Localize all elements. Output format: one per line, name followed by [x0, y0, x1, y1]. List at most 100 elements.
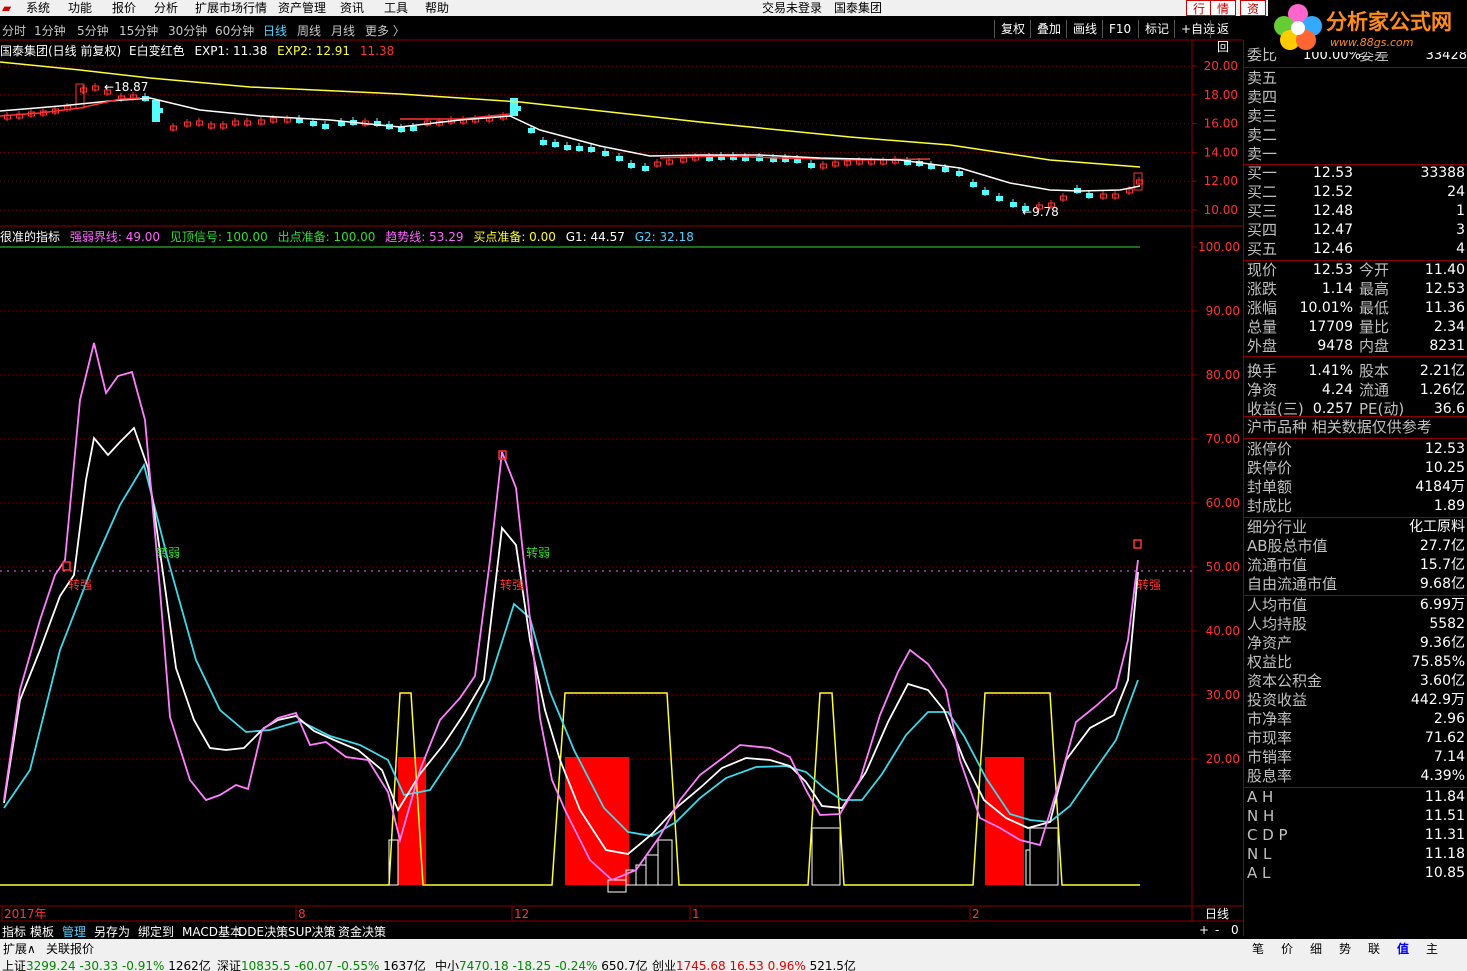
- index-ticker[interactable]: 深证10835.5 -60.07 -0.55% 1637亿: [217, 957, 426, 971]
- indicator-grid: [0, 310, 1192, 760]
- quote-value: 12.53: [1424, 281, 1465, 297]
- buy-label: 买三: [1247, 202, 1278, 220]
- index-ticker[interactable]: 上证3299.24 -30.33 -0.91% 1262亿: [2, 957, 211, 971]
- quote-label: 总量: [1247, 318, 1278, 336]
- indicator-tab[interactable]: 模板: [30, 923, 54, 940]
- price-tick-label: 16.00: [1204, 117, 1238, 131]
- indicator-tab[interactable]: MACD基本: [182, 923, 242, 940]
- time-label: 2: [972, 907, 980, 921]
- buy-row: 买二 12.52 24: [1247, 183, 1467, 202]
- indicator-tab[interactable]: 资金决策: [338, 923, 386, 940]
- quote-label: 最高: [1359, 280, 1390, 298]
- sell-label: 卖二: [1247, 126, 1278, 144]
- quote-value: 2.21亿: [1419, 363, 1465, 379]
- indicator-tick-label: 60.00: [1206, 496, 1240, 510]
- quote-row: 总量 17709 量比 2.34: [1247, 318, 1467, 337]
- panel-tab[interactable]: 价: [1281, 940, 1293, 957]
- fundamental-label: 细分行业: [1247, 518, 1308, 536]
- index-ticker[interactable]: 中小7470.18 -18.25 -0.24% 650.7亿: [435, 957, 648, 971]
- sell-label: 卖五: [1247, 69, 1278, 87]
- panel-tab[interactable]: 主: [1426, 940, 1438, 957]
- indicator-tab[interactable]: 另存为: [94, 923, 130, 940]
- quote-value: 2.34: [1433, 319, 1465, 335]
- sell-row: 卖一: [1247, 145, 1467, 164]
- candlesticks: [4, 83, 1143, 212]
- limit-row: 涨停价 12.53: [1247, 440, 1467, 459]
- candle-body-down: [956, 171, 963, 176]
- fundamental-value: 15.7亿: [1419, 557, 1465, 573]
- indicator-tick-label: 30.00: [1206, 688, 1240, 702]
- quote-label: 现价: [1247, 261, 1278, 279]
- quote-row: 净资 4.24 流通 1.26亿: [1247, 381, 1467, 400]
- candle-body-down: [398, 127, 405, 132]
- candle-body-down: [942, 167, 949, 172]
- indicator-tick-label: 100.00: [1198, 240, 1240, 254]
- fundamental-value: 化工原料: [1409, 519, 1465, 535]
- quote-value: 4.24: [1321, 382, 1353, 398]
- chart-area[interactable]: 20.00 18.00 16.00 14.00 12.00 10.00 ←18.87 ←9…: [0, 0, 1243, 922]
- zoom-control[interactable]: -: [1215, 923, 1219, 937]
- candle-big-down: [152, 100, 160, 122]
- cost-row: A H 11.84: [1247, 788, 1467, 807]
- fundamental-label: 资本公积金: [1247, 672, 1323, 690]
- fundamental-row: 自由流通市值 9.68亿: [1247, 575, 1467, 594]
- limit-value: 12.53: [1424, 441, 1465, 457]
- zoom-control[interactable]: +: [1199, 923, 1209, 937]
- fundamental-row: 净资产 9.36亿: [1247, 634, 1467, 653]
- buy-price: 12.53: [1313, 165, 1354, 181]
- fundamental-row: AB股总市值 27.7亿: [1247, 537, 1467, 556]
- panel-tab[interactable]: 势: [1339, 940, 1351, 957]
- indicator-tab[interactable]: 指标: [2, 923, 26, 940]
- candle-body-down: [552, 142, 559, 147]
- quote-label: 内盘: [1359, 337, 1390, 355]
- candle-body-down: [310, 121, 317, 126]
- fundamental-label: 投资收益: [1247, 691, 1308, 709]
- panel-tab[interactable]: 笔: [1252, 940, 1264, 957]
- candle-body-down: [1086, 193, 1093, 198]
- candle-body-down: [808, 163, 815, 168]
- site-logo: 分析家公式网 www.88gs.com: [1268, 0, 1467, 52]
- index-ticker[interactable]: 创业1745.68 16.53 0.96% 521.5亿: [652, 957, 856, 971]
- candle-body-down: [576, 146, 583, 151]
- buy-price: 12.52: [1313, 184, 1354, 200]
- related-quotes-tab[interactable]: 关联报价: [46, 940, 94, 957]
- buy-label: 买四: [1247, 221, 1278, 239]
- indicator-bars: [388, 757, 1059, 893]
- cost-label: A L: [1247, 864, 1271, 882]
- fundamental-label: 人均持股: [1247, 615, 1308, 633]
- indicator-tick-label: 90.00: [1206, 304, 1240, 318]
- indicator-tab[interactable]: 管理: [62, 923, 86, 940]
- separator: [1244, 595, 1467, 596]
- quote-value: 1.41%: [1308, 363, 1353, 379]
- indicator-tab[interactable]: DDE决策: [238, 923, 288, 940]
- time-label: 1: [692, 907, 700, 921]
- buy-row: 买一 12.53 33388: [1247, 164, 1467, 183]
- extend-toggle[interactable]: 扩展∧: [3, 940, 36, 957]
- fundamental-value: 3.60亿: [1419, 673, 1465, 689]
- candle-body-down: [588, 147, 595, 152]
- panel-tab[interactable]: 联: [1368, 940, 1380, 957]
- zoom-control[interactable]: 0: [1231, 923, 1239, 937]
- quote-label: 今开: [1359, 261, 1390, 279]
- top-signal-marker: [1133, 539, 1142, 549]
- fundamental-row: 股息率 4.39%: [1247, 767, 1467, 786]
- panel-tab[interactable]: 值: [1397, 940, 1409, 957]
- candle-body-down: [602, 151, 609, 156]
- limit-value: 4184万: [1415, 479, 1465, 495]
- extension-bar: 扩展∧ 关联报价 笔价细势联值主: [0, 939, 1467, 957]
- buy-price: 12.48: [1313, 203, 1354, 219]
- price-low-mark: ←9.78: [1022, 205, 1059, 219]
- quote-value: 11.36: [1424, 300, 1465, 316]
- candle-body-down: [1010, 202, 1017, 207]
- separator: [1244, 356, 1467, 357]
- panel-tab[interactable]: 细: [1310, 940, 1322, 957]
- info-button[interactable]: 资: [1240, 0, 1267, 16]
- quote-value: 9478: [1317, 338, 1353, 354]
- signal-weak: 转弱: [526, 545, 550, 560]
- indicator-tab[interactable]: SUP决策: [288, 923, 336, 940]
- fundamental-row: 资本公积金 3.60亿: [1247, 672, 1467, 691]
- outline-bar: [645, 854, 659, 886]
- indicator-tab[interactable]: 绑定到: [138, 923, 174, 940]
- separator: [1244, 438, 1467, 439]
- cost-label: N H: [1247, 807, 1275, 825]
